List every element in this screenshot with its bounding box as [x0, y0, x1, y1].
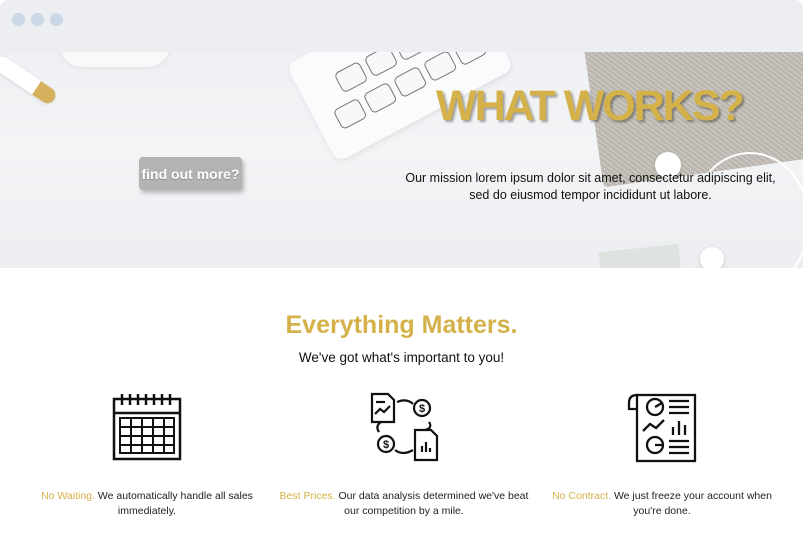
window-titlebar [0, 0, 803, 52]
feature-lead: Best Prices. [279, 490, 336, 502]
feature-description: We automatically handle all sales immedi… [94, 490, 253, 517]
browser-window: find out more? WHAT WORKS? Our mission l… [0, 0, 803, 549]
feature-description: We just freeze your account when you're … [611, 490, 772, 517]
feature-description: Our data analysis determined we've beat … [335, 490, 529, 517]
calendar-icon [112, 394, 182, 461]
section-title: Everything Matters. [285, 311, 518, 339]
svg-text:$: $ [383, 439, 389, 451]
window-close-dot[interactable] [12, 13, 25, 26]
svg-text:$: $ [419, 403, 425, 415]
data-exchange-icon: $ $ [370, 392, 439, 462]
hero-title: WHAT WORKS? [436, 82, 745, 130]
hero-banner: find out more? WHAT WORKS? Our mission l… [0, 52, 803, 268]
feature-lead: No Waiting. [41, 490, 95, 502]
feature-no-contract: No Contract. We just freeze your account… [537, 489, 787, 519]
pen-image [0, 53, 59, 107]
section-subtitle: We've got what's important to you! [298, 350, 505, 365]
report-icon [627, 393, 697, 463]
phone-image [60, 52, 170, 67]
window-maximize-dot[interactable] [50, 13, 63, 26]
feature-lead: No Contract. [552, 490, 612, 502]
mission-text: Our mission lorem ipsum dolor sit amet, … [405, 171, 776, 202]
feature-no-waiting: No Waiting. We automatically handle all … [22, 489, 272, 519]
window-minimize-dot[interactable] [31, 13, 44, 26]
banknote-image [598, 243, 682, 268]
find-out-more-button[interactable]: find out more? [139, 157, 242, 190]
earbud-image [700, 247, 724, 268]
feature-best-prices: Best Prices. Our data analysis determine… [279, 489, 529, 519]
